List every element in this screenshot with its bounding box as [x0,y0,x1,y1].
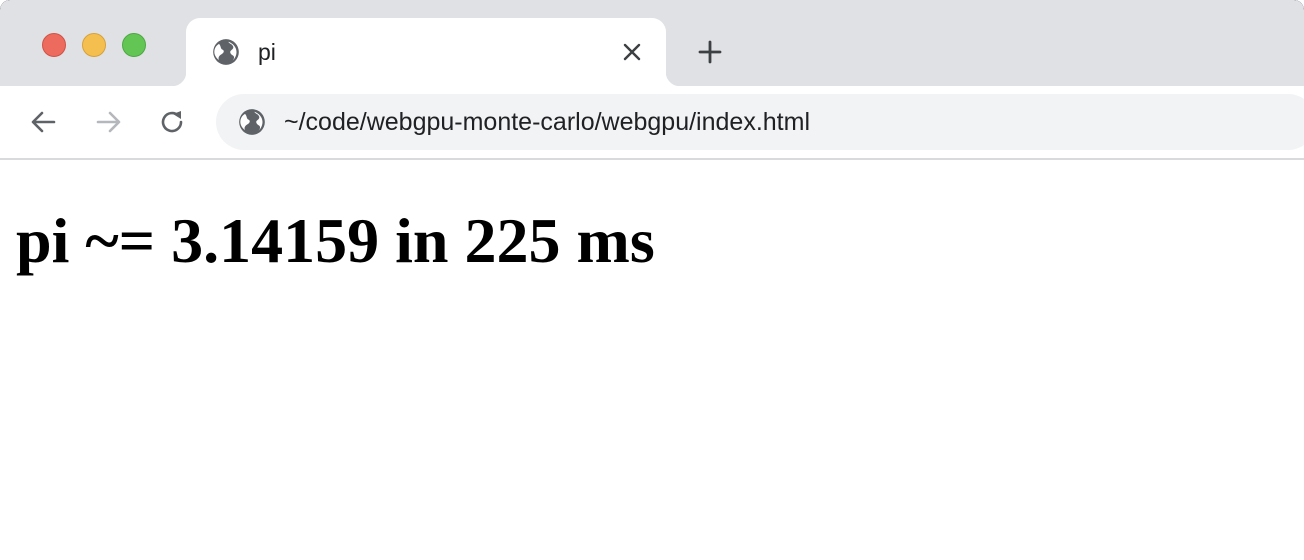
browser-toolbar: ~/code/webgpu-monte-carlo/webgpu/index.h… [0,86,1304,158]
url-text[interactable]: ~/code/webgpu-monte-carlo/webgpu/index.h… [284,108,810,136]
tab-strip: pi [0,0,1304,86]
window-maximize-button[interactable] [122,33,146,57]
window-close-button[interactable] [42,33,66,57]
arrow-left-icon[interactable] [28,106,60,138]
plus-icon[interactable] [696,38,724,66]
globe-icon [213,39,239,65]
tab-title: pi [258,39,276,65]
globe-icon[interactable] [238,108,266,136]
browser-tab[interactable]: pi [172,18,680,86]
arrow-right-icon[interactable] [92,106,124,138]
page-heading: pi ~= 3.14159 in 225 ms [16,205,655,276]
close-icon[interactable] [620,40,644,64]
address-bar[interactable]: ~/code/webgpu-monte-carlo/webgpu/index.h… [216,94,1304,150]
page-content: pi ~= 3.14159 in 225 ms [0,160,1304,560]
reload-icon[interactable] [156,106,188,138]
browser-window: pi ~/code/webgpu-monte-carlo/webgpu/inde… [0,0,1304,560]
window-minimize-button[interactable] [82,33,106,57]
